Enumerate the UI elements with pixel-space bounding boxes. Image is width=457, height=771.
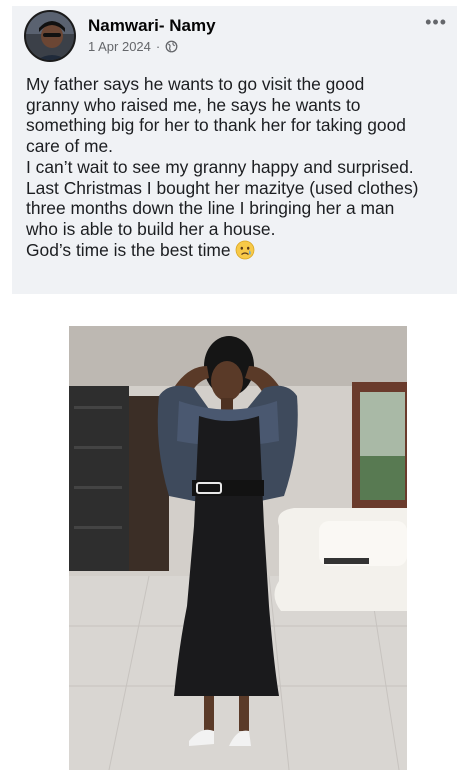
post-line: three months down the line I bringing he…: [26, 198, 395, 219]
post-card: Namwari- Namy 1 Apr 2024 · ••• My father…: [12, 6, 457, 294]
post-line: My father says he wants to go visit the …: [26, 74, 365, 94]
woman-in-black-dress-photo: [69, 326, 407, 770]
post-line: something big for her to thank her for t…: [26, 115, 406, 136]
profile-photo: [26, 12, 74, 60]
meta-separator: ·: [155, 39, 161, 54]
globe-icon: [165, 40, 178, 53]
post-line: Last Christmas I bought her mazitye (use…: [26, 177, 419, 198]
post-line: God’s time is the best time: [26, 239, 231, 260]
more-options-icon[interactable]: •••: [425, 12, 447, 32]
post-text: My father says he wants to go visit the …: [26, 74, 451, 260]
author-name[interactable]: Namwari- Namy: [88, 16, 216, 36]
crying-face-icon: [236, 240, 255, 260]
post-photo[interactable]: [69, 326, 407, 770]
post-line: who is able to build her a house.: [26, 218, 276, 239]
post-line: care of me.: [26, 136, 113, 157]
avatar[interactable]: [24, 10, 76, 62]
post-line: I can’t wait to see my granny happy and …: [26, 156, 414, 177]
post-line-last: God’s time is the best time: [26, 240, 451, 261]
post-line: granny who raised me, he says he wants t…: [26, 94, 361, 115]
post-date[interactable]: 1 Apr 2024: [88, 39, 151, 54]
post-meta: 1 Apr 2024 ·: [88, 39, 178, 54]
